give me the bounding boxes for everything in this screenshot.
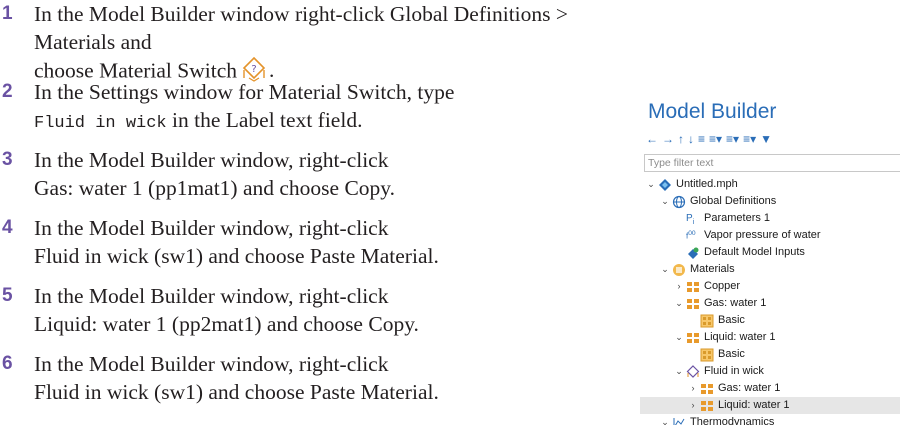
tree-label: Default Model Inputs	[704, 246, 805, 258]
model-builder-panel: Model Builder ← → ↑ ↓ ≡ ≡▾ ≡▾ ≡▾ ▼ Type …	[640, 96, 900, 425]
expand-chevron-icon[interactable]: ›	[688, 380, 698, 397]
tree-row-basic[interactable]: Basic	[688, 346, 745, 363]
step-text-line: In the Settings window for Material Swit…	[34, 80, 455, 104]
step-5: 5 In the Model Builder window, right-cli…	[0, 282, 419, 338]
collapse-chevron-icon[interactable]: ⌄	[646, 176, 656, 193]
collapse-chevron-icon[interactable]: ⌄	[660, 193, 670, 210]
material-icon	[686, 280, 700, 294]
material-icon	[700, 382, 714, 396]
tree-label: Gas: water 1	[704, 297, 767, 309]
tree-row-thermodynamics[interactable]: ⌄ Thermodynamics	[660, 414, 774, 425]
show-icon[interactable]: ≡	[698, 132, 705, 146]
tree-row-fluid-in-wick[interactable]: ⌄ Fluid in wick	[674, 363, 764, 380]
materials-folder-icon	[672, 263, 686, 277]
tree-label: Gas: water 1	[718, 382, 781, 394]
tree-row-gas-water[interactable]: ⌄ Gas: water 1	[674, 295, 766, 312]
expand-icon[interactable]: ≡▾	[726, 132, 739, 146]
tree-label: Vapor pressure of water	[704, 229, 821, 241]
tree-label: Basic	[718, 348, 745, 360]
property-group-icon	[700, 314, 714, 328]
thermodynamics-icon	[672, 416, 686, 425]
collapse-icon[interactable]: ≡▾	[709, 132, 722, 146]
tree-row-parameters[interactable]: Pi Parameters 1	[674, 210, 770, 227]
collapse-chevron-icon[interactable]: ⌄	[674, 363, 684, 380]
pin-icon[interactable]: ▼	[760, 132, 772, 146]
step-text-line: Gas: water 1 (pp1mat1) and choose Copy.	[34, 176, 396, 200]
function-icon: f00	[686, 229, 696, 241]
filter-input[interactable]: Type filter text	[644, 154, 900, 172]
tree-row-materials[interactable]: ⌄ Materials	[660, 261, 735, 278]
label-value-code: Fluid in wick	[34, 114, 167, 133]
step-number: 1	[2, 3, 13, 24]
tree-row-copper[interactable]: › Copper	[674, 278, 741, 295]
tree-label: Basic	[718, 314, 745, 326]
tree-label: Liquid: water 1	[718, 399, 790, 411]
step-text-line: In the Model Builder window, right-click	[34, 216, 389, 240]
step-6: 6 In the Model Builder window, right-cli…	[0, 350, 439, 406]
tree-label: Thermodynamics	[690, 416, 775, 425]
step-text-line: Fluid in wick (sw1) and choose Paste Mat…	[34, 244, 439, 268]
tree-row-untitled[interactable]: ⌄ Untitled.mph	[646, 176, 738, 193]
step-text-line: Liquid: water 1 (pp2mat1) and choose Cop…	[34, 312, 419, 336]
step-3: 3 In the Model Builder window, right-cli…	[0, 146, 395, 202]
tree-row-global-definitions[interactable]: ⌄ Global Definitions	[660, 193, 776, 210]
material-icon	[686, 331, 700, 345]
tree-row-basic[interactable]: Basic	[688, 312, 745, 329]
step-text-line: In the Model Builder window, right-click	[34, 148, 389, 172]
material-switch-icon	[686, 364, 700, 379]
step-text-line: In the Model Builder window, right-click	[34, 352, 389, 376]
collapse-chevron-icon[interactable]: ⌄	[674, 329, 684, 346]
step-text: in the Label text field.	[166, 108, 363, 132]
tree-row-gas-water-copy[interactable]: › Gas: water 1	[688, 380, 781, 397]
material-icon	[686, 297, 700, 311]
parameters-icon: Pi	[686, 212, 695, 226]
material-icon	[700, 399, 714, 413]
step-2: 2 In the Settings window for Material Sw…	[0, 78, 454, 138]
forward-arrow-icon[interactable]: →	[662, 132, 674, 146]
model-file-icon	[658, 178, 672, 192]
tree-row-liquid-water[interactable]: ⌄ Liquid: water 1	[674, 329, 776, 346]
collapse-chevron-icon[interactable]: ⌄	[660, 414, 670, 425]
step-number: 2	[2, 81, 13, 102]
step-number: 5	[2, 285, 13, 306]
property-group-icon	[700, 348, 714, 362]
collapse-chevron-icon[interactable]: ⌄	[674, 295, 684, 312]
step-number: 4	[2, 217, 13, 238]
model-inputs-icon	[686, 246, 700, 260]
step-text-line: Fluid in wick in the Label text field.	[34, 106, 454, 138]
tree-label: Global Definitions	[690, 195, 777, 207]
step-1: 1 In the Model Builder window right-clic…	[0, 0, 620, 89]
step-text-line: In the Model Builder window, right-click	[34, 284, 389, 308]
tree-row-liquid-water-copy[interactable]: › Liquid: water 1	[640, 397, 900, 414]
globe-icon	[672, 195, 686, 209]
tree-label: Liquid: water 1	[704, 331, 776, 343]
expand-chevron-icon[interactable]: ›	[674, 278, 684, 295]
list-options-icon[interactable]: ≡▾	[743, 132, 756, 146]
tree-label: Fluid in wick	[704, 365, 764, 377]
expand-chevron-icon[interactable]: ›	[688, 397, 698, 414]
tree-row-default-model-inputs[interactable]: Default Model Inputs	[674, 244, 805, 261]
tree-label: Parameters 1	[704, 212, 771, 224]
step-4: 4 In the Model Builder window, right-cli…	[0, 214, 439, 270]
step-number: 6	[2, 353, 13, 374]
tree-row-vapor-pressure[interactable]: f00 Vapor pressure of water	[674, 227, 821, 244]
step-number: 3	[2, 149, 13, 170]
tree-label: Copper	[704, 280, 741, 292]
move-up-icon[interactable]: ↑	[678, 132, 684, 146]
tree-label: Materials	[690, 263, 735, 275]
move-down-icon[interactable]: ↓	[688, 132, 694, 146]
svg-text:?: ?	[251, 64, 256, 75]
collapse-chevron-icon[interactable]: ⌄	[660, 261, 670, 278]
step-text-line: Fluid in wick (sw1) and choose Paste Mat…	[34, 380, 439, 404]
back-arrow-icon[interactable]: ←	[646, 132, 658, 146]
panel-title: Model Builder	[648, 100, 777, 123]
model-builder-toolbar: ← → ↑ ↓ ≡ ≡▾ ≡▾ ≡▾ ▼	[646, 130, 772, 148]
tree-label: Untitled.mph	[676, 178, 738, 190]
step-text-line: In the Model Builder window right-click …	[34, 2, 569, 54]
